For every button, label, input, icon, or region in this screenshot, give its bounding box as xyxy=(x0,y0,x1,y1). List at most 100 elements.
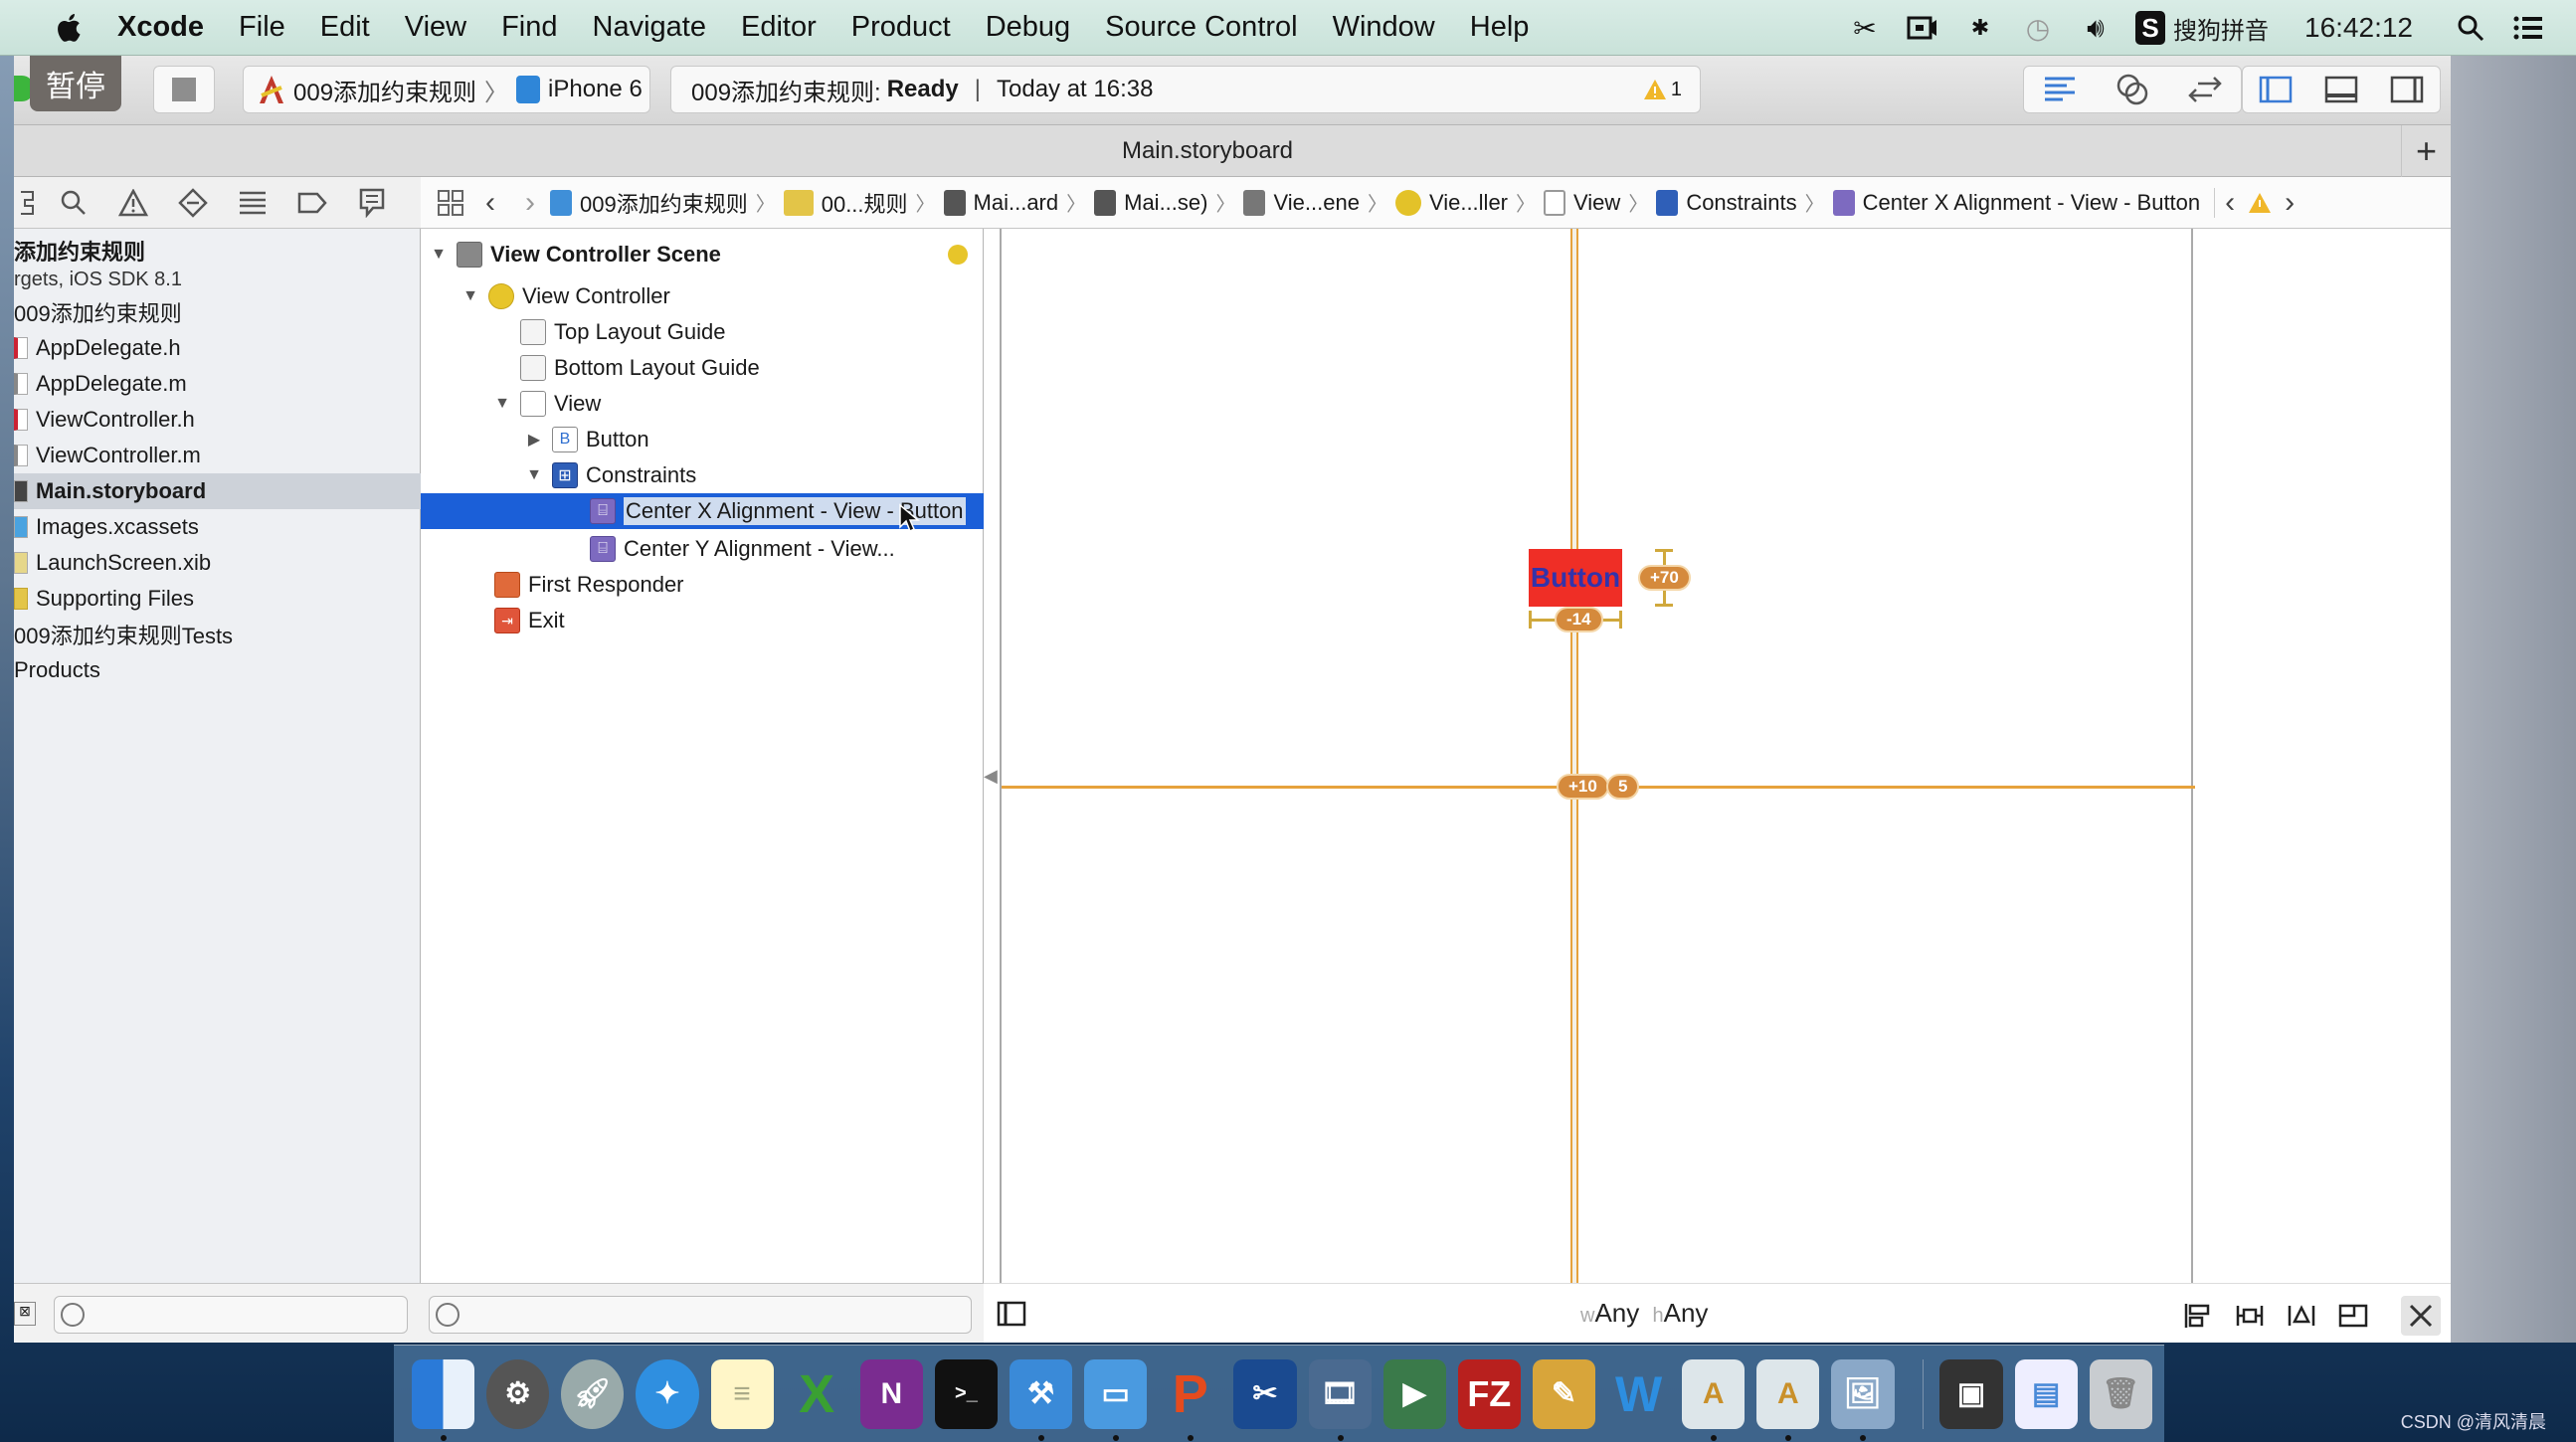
menu-navigate[interactable]: Navigate xyxy=(593,11,706,44)
outline-center-y-alignment[interactable]: ⌸ Center Y Alignment - View... xyxy=(421,531,984,567)
test-navigator-icon[interactable] xyxy=(163,177,223,229)
dock-terminal[interactable]: >_ xyxy=(934,1358,998,1429)
notification-center-icon[interactable] xyxy=(2510,10,2546,46)
canvas-button[interactable]: Button xyxy=(1529,549,1622,607)
dock-screenshot[interactable]: ▤ xyxy=(2014,1358,2078,1429)
file-main-storyboard[interactable]: Main.storyboard xyxy=(14,473,421,509)
file-appdelegate-h[interactable]: AppDelegate.h xyxy=(14,330,421,366)
dock-excel[interactable]: X xyxy=(786,1359,848,1429)
dock-presentation[interactable]: P xyxy=(1159,1359,1221,1441)
dock-script-editor[interactable]: ✎ xyxy=(1532,1358,1595,1429)
disclosure-open-icon[interactable]: ▼ xyxy=(431,246,447,264)
jump-storyboard-base[interactable]: Mai...se) xyxy=(1094,189,1207,216)
related-items-icon[interactable] xyxy=(431,183,470,223)
back-arrow-icon[interactable]: ‹ xyxy=(470,183,510,223)
screen-record-icon[interactable] xyxy=(1905,10,1940,46)
size-class-control[interactable]: wAny hAny xyxy=(1580,1298,1708,1329)
dock-xcode[interactable]: ⚒ xyxy=(1010,1358,1073,1441)
dock-notes[interactable]: ≡ xyxy=(710,1358,774,1429)
time-machine-icon[interactable]: ◷ xyxy=(2020,10,2056,46)
group-products[interactable]: Products xyxy=(14,652,421,688)
disclosure-open-icon[interactable]: ▼ xyxy=(526,466,542,484)
project-navigator-icon[interactable] xyxy=(14,177,44,229)
disclosure-open-icon[interactable]: ▼ xyxy=(462,287,478,305)
tab-main-storyboard[interactable]: Main.storyboard xyxy=(14,125,2401,177)
scene-exit-arrow-icon[interactable] xyxy=(948,245,968,265)
symbol-search-icon[interactable] xyxy=(44,177,103,229)
vertical-offset-badge[interactable]: +70 xyxy=(1638,565,1691,591)
spotlight-search-icon[interactable] xyxy=(2453,10,2488,46)
menu-editor[interactable]: Editor xyxy=(741,11,817,44)
toggle-navigator-icon[interactable] xyxy=(2256,70,2296,109)
jump-storyboard[interactable]: Mai...ard xyxy=(943,189,1058,216)
navigator-filter-input[interactable] xyxy=(54,1296,408,1334)
apple-menu-icon[interactable] xyxy=(52,10,88,46)
jump-view-controller[interactable]: Vie...ller xyxy=(1394,189,1508,216)
dock-finder[interactable] xyxy=(412,1358,475,1441)
jump-project[interactable]: 009添加约束规则 xyxy=(550,187,748,219)
stop-button[interactable] xyxy=(153,66,215,113)
warning-indicator[interactable]: 1 xyxy=(1643,78,1682,101)
input-method[interactable]: S 搜狗拼音 xyxy=(2135,11,2269,46)
warning-icon[interactable] xyxy=(2245,183,2275,223)
file-viewcontroller-h[interactable]: ViewController.h xyxy=(14,402,421,438)
scheme-selector[interactable]: 009添加约束规则 〉 iPhone 6 xyxy=(243,66,650,113)
menu-edit[interactable]: Edit xyxy=(320,11,370,44)
dock-video-converter[interactable]: ▶ xyxy=(1382,1358,1446,1429)
dock-onenote[interactable]: N xyxy=(859,1358,923,1429)
outline-bottom-layout-guide[interactable]: Bottom Layout Guide xyxy=(421,350,984,386)
new-tab-button[interactable]: + xyxy=(2401,125,2451,177)
align-icon[interactable] xyxy=(2178,1296,2218,1336)
dock-preview[interactable]: 🖼︎ xyxy=(1831,1358,1895,1441)
scene-view[interactable]: Button -14 +70 +10 5 xyxy=(1000,229,2195,1283)
disclosure-open-icon[interactable]: ▼ xyxy=(494,395,510,413)
standard-editor-icon[interactable] xyxy=(2040,70,2080,109)
width-offset-badge[interactable]: -14 xyxy=(1555,607,1603,632)
folder-supporting-files[interactable]: Supporting Files xyxy=(14,581,421,617)
jump-center-x[interactable]: Center X Alignment - View - Button xyxy=(1832,189,2200,216)
jump-group[interactable]: 00...规则 xyxy=(783,187,908,219)
toggle-debug-area-icon[interactable] xyxy=(2321,70,2361,109)
disclosure-closed-icon[interactable]: ▶ xyxy=(526,430,542,450)
resolve-issues-icon[interactable] xyxy=(2282,1296,2321,1336)
interface-builder-canvas[interactable]: ◀ Button -14 +70 +10 5 wAny hAny xyxy=(984,229,2451,1343)
menu-xcode[interactable]: Xcode xyxy=(117,11,204,44)
next-issue-icon[interactable]: › xyxy=(2275,183,2304,223)
menu-view[interactable]: View xyxy=(405,11,466,44)
menu-file[interactable]: File xyxy=(239,11,285,44)
issue-navigator-icon[interactable] xyxy=(103,177,163,229)
file-viewcontroller-m[interactable]: ViewController.m xyxy=(14,438,421,473)
dock-simulator[interactable]: ▭ xyxy=(1084,1358,1148,1441)
forward-arrow-icon[interactable]: › xyxy=(510,183,550,223)
file-appdelegate-m[interactable]: AppDelegate.m xyxy=(14,366,421,402)
outline-first-responder[interactable]: First Responder xyxy=(421,567,984,603)
tree-group-app[interactable]: 009添加约束规则 xyxy=(14,294,421,330)
zoom-fit-icon[interactable] xyxy=(2401,1296,2441,1336)
file-images-xcassets[interactable]: Images.xcassets xyxy=(14,509,421,545)
group-tests[interactable]: 009添加约束规则Tests xyxy=(14,617,421,652)
breakpoint-navigator-icon[interactable] xyxy=(282,177,342,229)
dock-launchpad[interactable]: 🚀︎ xyxy=(561,1358,625,1429)
menu-help[interactable]: Help xyxy=(1470,11,1530,44)
outline-button[interactable]: ▶ B Button xyxy=(421,422,984,457)
dock-filezilla[interactable]: FZ xyxy=(1457,1358,1521,1429)
dock-word[interactable]: W xyxy=(1607,1359,1670,1429)
volume-icon[interactable]: 🔊︎ xyxy=(2078,10,2114,46)
menu-debug[interactable]: Debug xyxy=(986,11,1070,44)
dock-screen-capture[interactable]: ▣ xyxy=(1939,1358,2003,1429)
menu-find[interactable]: Find xyxy=(501,11,557,44)
outline-filter-input[interactable] xyxy=(429,1296,972,1334)
bluetooth-icon[interactable]: ✱ xyxy=(1962,10,1998,46)
dock-safari[interactable]: ✦ xyxy=(636,1358,699,1429)
jump-scene[interactable]: Vie...ene xyxy=(1243,189,1360,216)
menu-clock[interactable]: 16:42:12 xyxy=(2304,12,2413,44)
outline-top-layout-guide[interactable]: Top Layout Guide xyxy=(421,314,984,350)
dock-system-preferences[interactable]: ⚙ xyxy=(486,1358,550,1429)
outline-center-x-alignment[interactable]: ⌸ Center X Alignment - View - Button xyxy=(421,493,984,533)
menu-product[interactable]: Product xyxy=(851,11,951,44)
report-navigator-icon[interactable] xyxy=(342,177,402,229)
pin-icon[interactable] xyxy=(2230,1296,2270,1336)
outline-constraints[interactable]: ▼ ⊞ Constraints xyxy=(421,457,984,493)
menu-source-control[interactable]: Source Control xyxy=(1105,11,1297,44)
debug-navigator-icon[interactable] xyxy=(223,177,282,229)
